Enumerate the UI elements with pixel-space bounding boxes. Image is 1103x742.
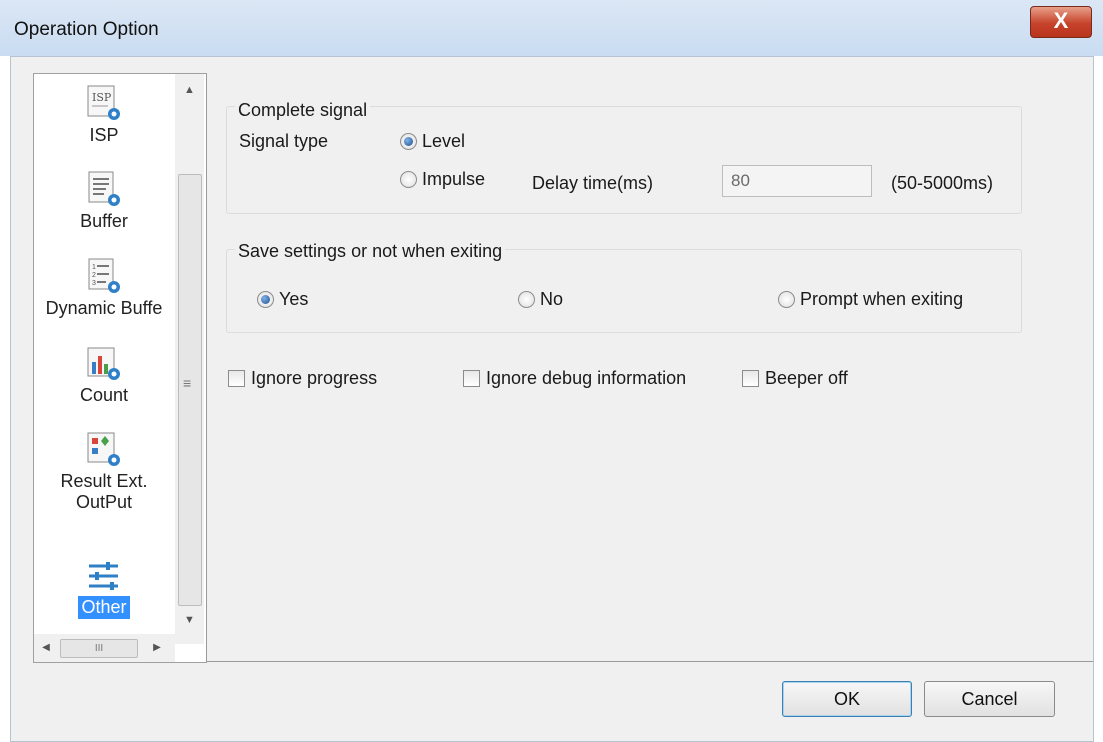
delay-time-label: Delay time(ms) [532,173,654,193]
svg-text:1: 1 [92,264,96,271]
nav-item-other[interactable]: Other [34,556,174,619]
buffer-icon [88,171,120,206]
save-settings-legend: Save settings or not when exiting [235,241,506,262]
horizontal-scroll-thumb[interactable]: III [60,639,138,658]
isp-icon: ISP [87,85,120,120]
scroll-grip-icon: ≡ [183,375,192,391]
radio-dot-impulse[interactable] [400,171,417,188]
nav-item-count[interactable]: Count [34,344,174,407]
result-output-icon [87,432,120,466]
checkbox-box-ignore-progress[interactable] [228,370,245,387]
radio-no-label: No [540,289,564,309]
ok-button[interactable]: OK [782,681,912,717]
nav-item-result-output[interactable]: Result Ext. OutPut [34,430,174,514]
nav-label-result-output: Result Ext. OutPut [60,471,148,512]
radio-yes-label: Yes [279,289,309,309]
dynamic-buffer-icon: 1 2 3 [88,258,120,293]
radio-level-label: Level [422,131,466,151]
ignore-progress-label: Ignore progress [251,368,378,388]
vertical-scroll-thumb[interactable]: ≡ [178,174,202,606]
beeper-off-checkbox[interactable]: Beeper off [742,368,848,389]
signal-type-label: Signal type [239,131,329,151]
scroll-up-arrow-icon[interactable]: ▲ [175,80,204,100]
complete-signal-group [226,106,1022,214]
title-bar: Operation Option X [0,0,1103,56]
delay-range-hint: (50-5000ms) [891,173,994,193]
scroll-right-arrow-icon[interactable]: ▶ [148,634,166,662]
complete-signal-legend: Complete signal [235,100,371,121]
radio-impulse[interactable]: Impulse [400,169,485,190]
nav-label-count: Count [79,385,129,405]
window-title: Operation Option [14,19,159,40]
checkbox-box-beeper-off[interactable] [742,370,759,387]
cancel-button[interactable]: Cancel [924,681,1055,717]
radio-dot-yes[interactable] [257,291,274,308]
radio-dot-no[interactable] [518,291,535,308]
radio-prompt-label: Prompt when exiting [800,289,964,309]
svg-text:3: 3 [92,280,96,287]
radio-dot-prompt[interactable] [778,291,795,308]
settings-content: Complete signal Signal type Level Impuls… [206,73,1093,662]
svg-text:ISP: ISP [92,91,112,104]
ignore-debug-checkbox[interactable]: Ignore debug information [463,368,686,389]
delay-time-input[interactable] [722,165,872,197]
category-list: ISP ISP Buffer 1 2 3 Dynamic Buffe Count… [33,73,207,663]
nav-label-dynamic-buffer: Dynamic Buffe [45,298,163,318]
nav-item-buffer[interactable]: Buffer [34,170,174,233]
radio-no[interactable]: No [518,289,563,310]
scroll-left-arrow-icon[interactable]: ◀ [37,634,55,662]
other-settings-icon [89,562,118,590]
radio-yes[interactable]: Yes [257,289,308,310]
radio-impulse-label: Impulse [422,169,486,189]
ignore-debug-label: Ignore debug information [486,368,687,388]
radio-prompt[interactable]: Prompt when exiting [778,289,963,310]
checkbox-box-ignore-debug[interactable] [463,370,480,387]
ignore-progress-checkbox[interactable]: Ignore progress [228,368,377,389]
nav-horizontal-scrollbar[interactable]: ◀ III ▶ [34,634,175,662]
svg-text:2: 2 [92,272,96,279]
count-icon [87,347,120,380]
nav-item-dynamic-buffer[interactable]: 1 2 3 Dynamic Buffe [34,257,174,320]
beeper-off-label: Beeper off [765,368,848,388]
radio-level[interactable]: Level [400,131,465,152]
nav-label-isp: ISP [89,125,119,145]
nav-label-other: Other [78,596,130,619]
nav-item-isp[interactable]: ISP ISP [34,84,174,147]
scroll-down-arrow-icon[interactable]: ▼ [175,610,204,630]
close-button[interactable]: X [1030,6,1092,38]
radio-dot-level[interactable] [400,133,417,150]
nav-label-buffer: Buffer [80,211,128,231]
nav-vertical-scrollbar[interactable]: ▲ ≡ ▼ [175,74,204,644]
